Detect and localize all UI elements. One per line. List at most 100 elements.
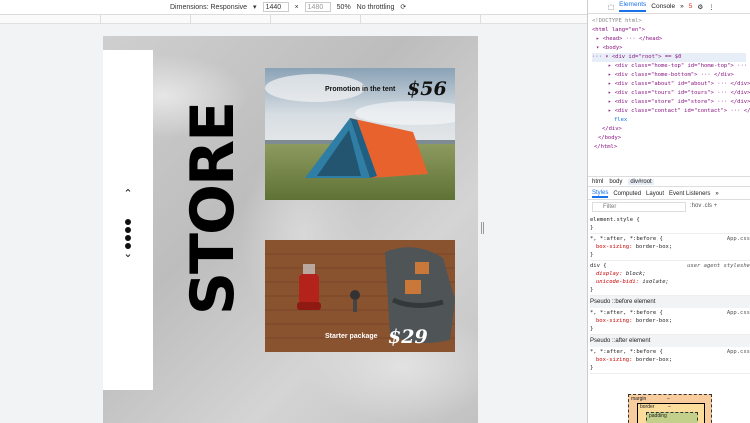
rule-selector: *, *:after, *:before { — [590, 310, 663, 316]
dom-tree: <!DOCTYPE html> <html lang="en"> ▸ <head… — [588, 14, 750, 155]
nav-dot[interactable] — [125, 219, 131, 225]
media-query-ruler — [0, 15, 587, 24]
dom-line[interactable]: ▸ <div class="home-top" id="home-top"> ·… — [592, 62, 750, 71]
nav-dot[interactable] — [125, 235, 131, 241]
rule-source[interactable]: App.css — [727, 309, 750, 317]
product-card-starter[interactable]: Starter package $29 — [265, 240, 455, 352]
rule-source[interactable]: App.css — [727, 235, 750, 243]
chevron-up-icon[interactable]: ⌃ — [122, 189, 134, 200]
rule-close: } — [590, 252, 594, 258]
box-padding-label: padding — [649, 413, 667, 419]
dom-line[interactable]: <html lang="en"> — [592, 26, 746, 35]
dom-line[interactable]: </div> — [592, 125, 746, 134]
rule-selector: element.style { — [590, 217, 640, 223]
rule-selector: div { — [590, 263, 607, 269]
dom-line[interactable]: </html> — [592, 143, 746, 152]
prop-name[interactable]: box-sizing — [596, 244, 629, 250]
styles-tabbar: Styles Computed Layout Event Listeners » — [588, 189, 750, 200]
chevron-down-icon: ▾ — [253, 4, 257, 11]
prop-value[interactable]: border-box; — [636, 357, 672, 363]
tab-styles[interactable]: Styles — [592, 190, 609, 198]
rule-div[interactable]: user agent styleshe div { display: block;… — [590, 261, 750, 296]
breadcrumb: html body div#root — [588, 176, 750, 187]
card-price: $56 — [407, 78, 447, 100]
prop-name: display — [596, 271, 620, 277]
crumb-root[interactable]: div#root — [628, 178, 654, 185]
rule-universal-after[interactable]: App.css *, *:after, *:before { box-sizing… — [590, 347, 750, 374]
error-badge[interactable]: 5 — [689, 3, 693, 10]
flex-badge[interactable]: flex — [592, 116, 746, 125]
rule-selector: *, *:after, *:before { — [590, 349, 663, 355]
emulated-viewport: ⌃ ⌄ STORE Promotion in the tent $56 Star… — [103, 36, 478, 423]
prop-name: unicode-bidi — [596, 279, 636, 285]
devtools-panel: ⬚ Elements Console » 5 ⚙ ⋮ <!DOCTYPE htm… — [587, 0, 750, 423]
card-label: Promotion in the tent — [325, 86, 396, 93]
prop-name[interactable]: box-sizing — [596, 357, 629, 363]
store-title-text: STORE — [178, 102, 248, 316]
pseudo-before-header: Pseudo ::before element — [590, 296, 750, 308]
dom-line[interactable]: ▸ <head> ··· </head> — [592, 35, 746, 44]
pseudo-after-header: Pseudo ::after element — [590, 335, 750, 347]
zoom-dropdown[interactable]: 50% — [337, 4, 351, 11]
box-model-diagram: margin – border – padding — [628, 394, 712, 423]
tab-elements[interactable]: Elements — [619, 1, 647, 12]
crumb-body[interactable]: body — [609, 179, 622, 185]
side-navigation: ⌃ ⌄ — [103, 50, 153, 390]
chevron-down-icon[interactable]: ⌄ — [122, 249, 134, 260]
dom-line[interactable]: ▸ <div class="tours" id="tours"> ··· </d… — [592, 89, 750, 98]
tab-console[interactable]: Console — [651, 3, 675, 10]
dom-line[interactable]: ▾ <body> — [592, 44, 746, 53]
dom-line[interactable]: ▸ <div class="about" id="about"> ··· </d… — [592, 80, 750, 89]
rule-element-style[interactable]: element.style { } — [590, 215, 750, 234]
dom-line[interactable]: <!DOCTYPE html> — [592, 17, 746, 26]
rule-universal[interactable]: App.css *, *:after, *:before { box-sizing… — [590, 234, 750, 261]
more-tabs-icon[interactable]: » — [715, 191, 718, 197]
rule-close: } — [590, 326, 594, 332]
card-price: $29 — [388, 326, 428, 348]
device-toolbar: Dimensions: Responsive ▾ 1440 × 1480 50%… — [0, 0, 587, 15]
rule-selector: *, *:after, *:before { — [590, 236, 663, 242]
crumb-html[interactable]: html — [592, 179, 603, 185]
dom-line[interactable]: ▸ <div class="home-bottom"> ··· </div> — [592, 71, 746, 80]
box-margin-label: margin — [631, 396, 647, 402]
dom-line[interactable]: </body> — [592, 134, 746, 143]
styles-toolbar-buttons[interactable]: :hov .cls + — [690, 203, 717, 209]
product-card-tent[interactable]: Promotion in the tent $56 — [265, 68, 455, 200]
nav-dot[interactable] — [125, 227, 131, 233]
gear-icon[interactable]: ⚙ — [697, 3, 703, 11]
resize-handle[interactable] — [481, 222, 484, 234]
inspect-icon[interactable]: ⬚ — [608, 3, 614, 11]
height-input[interactable]: 1480 — [304, 2, 331, 12]
rule-universal-before[interactable]: App.css *, *:after, *:before { box-sizing… — [590, 308, 750, 335]
tab-event-listeners[interactable]: Event Listeners — [669, 191, 710, 197]
styles-filter-input[interactable]: Filter — [592, 202, 686, 212]
rule-source: user agent styleshe — [687, 263, 750, 269]
box-margin-value: – — [667, 396, 670, 402]
times-symbol: × — [294, 3, 299, 11]
dom-line-selected[interactable]: ··· ▾ <div id="root"> == $0 — [592, 53, 746, 62]
prop-value: isolate; — [642, 279, 669, 285]
tab-computed[interactable]: Computed — [613, 191, 641, 197]
box-padding: padding — [646, 412, 698, 423]
tab-layout[interactable]: Layout — [646, 191, 664, 197]
throttle-dropdown[interactable]: No throttling — [357, 4, 395, 11]
prop-value[interactable]: border-box; — [636, 244, 672, 250]
store-heading: STORE — [178, 94, 248, 324]
dimensions-dropdown[interactable]: Dimensions: Responsive — [170, 4, 247, 11]
rule-source[interactable]: App.css — [727, 348, 750, 356]
rotate-icon[interactable]: ⟳ — [400, 3, 406, 11]
devtools-tabbar: ⬚ Elements Console » 5 ⚙ ⋮ — [588, 0, 750, 14]
prop-value: block; — [625, 271, 646, 277]
kebab-icon[interactable]: ⋮ — [708, 3, 715, 11]
dom-line[interactable]: ▸ <div class="contact" id="contact"> ···… — [592, 107, 750, 116]
rule-close: } — [590, 365, 594, 371]
width-input[interactable]: 1440 — [262, 2, 289, 12]
rule-close: } — [590, 225, 594, 231]
prop-name[interactable]: box-sizing — [596, 318, 629, 324]
rule-close: } — [590, 287, 594, 293]
styles-pane: element.style { } App.css *, *:after, *:b… — [590, 215, 750, 374]
more-tabs-icon[interactable]: » — [680, 3, 684, 10]
box-border-label: border — [640, 404, 655, 410]
prop-value[interactable]: border-box; — [636, 318, 672, 324]
dom-line[interactable]: ▸ <div class="store" id="store"> ··· </d… — [592, 98, 750, 107]
